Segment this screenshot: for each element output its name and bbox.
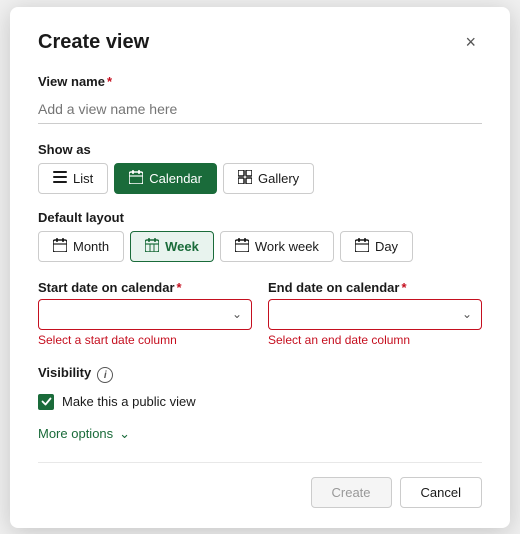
layout-buttons: Month Week <box>38 231 482 262</box>
show-as-gallery-button[interactable]: Gallery <box>223 163 314 194</box>
end-date-required: * <box>401 280 406 295</box>
more-options-row[interactable]: More options ⌄ <box>38 426 130 442</box>
month-icon <box>53 238 67 255</box>
layout-week-button[interactable]: Week <box>130 231 214 262</box>
public-view-label: Make this a public view <box>62 394 196 409</box>
show-as-section: Show as List <box>38 142 482 194</box>
more-options-chevron-icon: ⌄ <box>119 426 130 442</box>
start-date-error: Select a start date column <box>38 333 252 347</box>
view-name-input[interactable] <box>38 95 482 124</box>
start-date-required: * <box>177 280 182 295</box>
end-date-field: End date on calendar* ⌄ Select an end da… <box>268 280 482 347</box>
day-icon <box>355 238 369 255</box>
layout-month-button[interactable]: Month <box>38 231 124 262</box>
visibility-section: Visibility i Make this a public view <box>38 365 482 410</box>
view-name-label: View name* <box>38 74 482 89</box>
end-date-select[interactable] <box>268 299 482 330</box>
default-layout-label: Default layout <box>38 210 482 225</box>
end-date-label: End date on calendar* <box>268 280 482 295</box>
dialog-header: Create view × <box>38 31 482 54</box>
layout-workweek-button[interactable]: Work week <box>220 231 334 262</box>
date-row: Start date on calendar* ⌄ Select a start… <box>38 280 482 347</box>
start-date-select[interactable] <box>38 299 252 330</box>
end-date-error: Select an end date column <box>268 333 482 347</box>
workweek-icon <box>235 238 249 255</box>
dialog-title: Create view <box>38 31 149 54</box>
show-as-list-button[interactable]: List <box>38 163 108 194</box>
dialog-footer: Create Cancel <box>38 462 482 508</box>
info-icon[interactable]: i <box>97 367 113 383</box>
calendar-icon <box>129 170 143 187</box>
checkbox-row: Make this a public view <box>38 394 482 410</box>
show-as-calendar-button[interactable]: Calendar <box>114 163 217 194</box>
end-date-select-wrapper: ⌄ <box>268 299 482 330</box>
public-view-checkbox[interactable] <box>38 394 54 410</box>
list-icon <box>53 171 67 186</box>
gallery-icon <box>238 170 252 187</box>
layout-day-button[interactable]: Day <box>340 231 413 262</box>
start-date-select-wrapper: ⌄ <box>38 299 252 330</box>
create-button[interactable]: Create <box>311 477 392 508</box>
close-button[interactable]: × <box>459 31 482 53</box>
cancel-button[interactable]: Cancel <box>400 477 482 508</box>
default-layout-section: Default layout Month <box>38 210 482 262</box>
create-view-dialog: Create view × View name* Show as List <box>10 7 510 528</box>
week-icon <box>145 238 159 255</box>
show-as-label: Show as <box>38 142 482 157</box>
required-indicator: * <box>107 74 112 89</box>
start-date-field: Start date on calendar* ⌄ Select a start… <box>38 280 252 347</box>
visibility-label: Visibility <box>38 365 91 380</box>
show-as-buttons: List Calendar <box>38 163 482 194</box>
visibility-label-row: Visibility i <box>38 365 482 386</box>
more-options-label: More options <box>38 426 113 441</box>
start-date-label: Start date on calendar* <box>38 280 252 295</box>
